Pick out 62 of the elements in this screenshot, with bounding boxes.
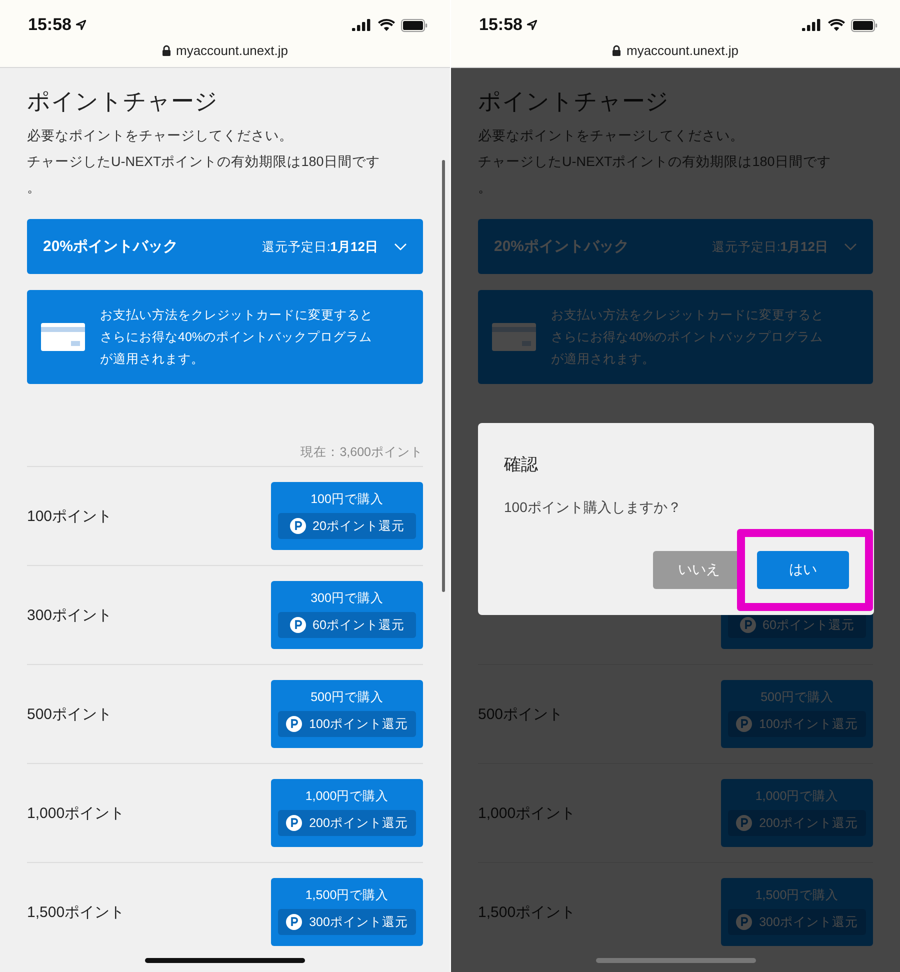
bonus-text: 20ポイント還元 (312, 518, 404, 534)
purchase-button[interactable]: 1,500円で購入 300ポイント還元 (271, 878, 423, 946)
wifi-icon (828, 19, 845, 31)
point-coin-icon (286, 914, 302, 930)
lock-icon (162, 45, 171, 56)
bonus-text: 200ポイント還元 (309, 814, 408, 832)
current-balance: 現在：3,600ポイント (300, 445, 423, 459)
yes-button[interactable]: はい (757, 551, 849, 589)
credit-card-notice[interactable]: お支払い方法をクレジットカードに変更するとさらにお得な40%のポイントバックプログラムが適用されます。 (27, 290, 423, 384)
point-amount: 500ポイント (478, 704, 564, 724)
point-amount: 1,000ポイント (27, 804, 125, 822)
battery-icon (401, 18, 428, 32)
status-time: 15:58 (479, 15, 522, 35)
home-indicator[interactable] (596, 958, 756, 963)
notice-text: お支払い方法をクレジットカードに変更するとさらにお得な40%のポイントバックプログラムが適用されます。 (551, 307, 825, 368)
dialog-title: 確認 (504, 454, 539, 476)
address-bar-url[interactable]: myaccount.unext.jp (626, 43, 738, 58)
status-time: 15:58 (28, 15, 72, 35)
location-arrow-icon (527, 20, 538, 30)
dialog-message: 100ポイント購入しますか？ (504, 499, 682, 517)
page-title: ポイントチャージ (478, 87, 670, 115)
banner-title: 20%ポイントバック (43, 237, 178, 256)
bonus-text: 300ポイント還元 (309, 914, 408, 930)
return-date: 還元予定日:1月12日 (262, 238, 378, 256)
description-text: 必要なポイントをチャージしてください。 チャージしたU-NEXTポイントの有効期限は180日間です 。 (27, 127, 381, 197)
chevron-down-icon (394, 242, 407, 250)
credit-card-icon (41, 323, 85, 351)
purchase-button[interactable]: 1,000円で購入 200ポイント還元 (271, 779, 423, 847)
point-amount: 300ポイント (27, 606, 112, 624)
bonus-text: 200ポイント還元 (759, 814, 858, 832)
point-amount: 100ポイント (27, 506, 112, 526)
point-amount: 500ポイント (27, 704, 112, 724)
return-date: 還元予定日:1月12日 (712, 238, 828, 256)
bonus-text: 100ポイント還元 (759, 716, 858, 732)
signal-icon (802, 19, 822, 31)
purchase-button[interactable]: 300円で購入 60ポイント還元 (271, 581, 423, 649)
point-coin-icon (286, 815, 302, 831)
address-bar-url[interactable]: myaccount.unext.jp (176, 43, 288, 58)
point-coin-icon (290, 617, 306, 633)
banner-title: 20%ポイントバック (494, 237, 630, 256)
bonus-text: 60ポイント還元 (312, 616, 404, 634)
description-text: 必要なポイントをチャージしてください。 チャージしたU-NEXTポイントの有効期限は180日間です 。 (478, 127, 832, 197)
page-title: ポイントチャージ (27, 87, 219, 115)
point-coin-icon (290, 518, 306, 534)
bonus-text: 60ポイント還元 (762, 616, 854, 634)
wifi-icon (378, 19, 395, 31)
location-arrow-icon (76, 20, 86, 30)
scrollbar[interactable] (442, 160, 445, 592)
point-amount: 1,000ポイント (478, 804, 576, 822)
point-amount: 1,500ポイント (27, 902, 125, 922)
purchase-button[interactable]: 100円で購入 20ポイント還元 (271, 482, 423, 550)
bonus-text: 100ポイント還元 (309, 716, 408, 732)
point-coin-icon (286, 716, 302, 732)
home-indicator[interactable] (145, 958, 305, 963)
signal-icon (352, 19, 372, 31)
notice-text: お支払い方法をクレジットカードに変更するとさらにお得な40%のポイントバックプログラムが適用されます。 (100, 307, 374, 368)
purchase-button[interactable]: 500円で購入 100ポイント還元 (271, 680, 423, 748)
lock-icon (612, 45, 622, 56)
point-amount: 1,500ポイント (478, 902, 576, 922)
battery-icon (851, 18, 878, 32)
bonus-text: 300ポイント還元 (759, 914, 858, 930)
point-back-banner[interactable]: 20%ポイントバック 還元予定日:1月12日 (27, 219, 423, 274)
